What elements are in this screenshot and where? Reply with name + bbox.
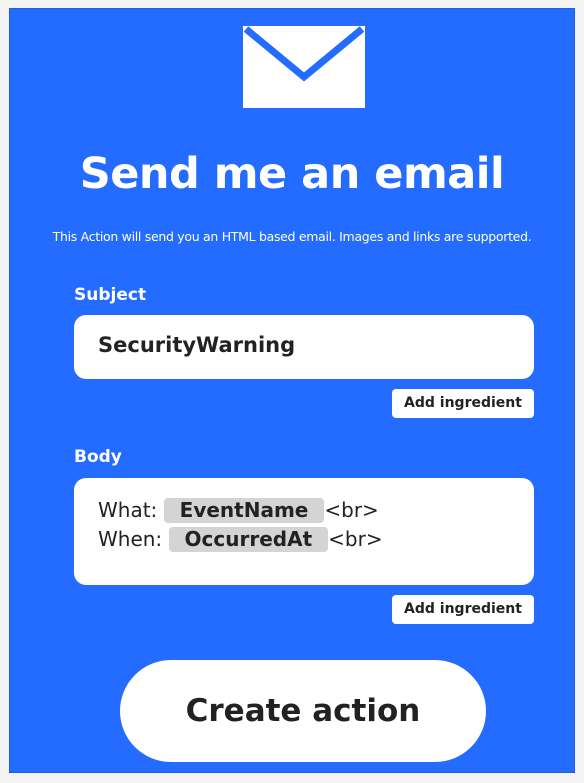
body-line-suffix: <br> bbox=[324, 498, 379, 522]
body-line-suffix: <br> bbox=[328, 527, 383, 551]
body-line-when: When: OccurredAt <br> bbox=[98, 525, 510, 554]
body-line-what: What: EventName <br> bbox=[98, 496, 510, 525]
subject-label: Subject bbox=[74, 285, 147, 305]
subject-add-ingredient-button[interactable]: Add ingredient bbox=[392, 389, 534, 418]
action-config-panel: Send me an email This Action will send y… bbox=[9, 8, 575, 773]
body-label: Body bbox=[74, 447, 122, 467]
ingredient-chip-occurred-at[interactable]: OccurredAt bbox=[168, 527, 329, 552]
envelope-icon bbox=[243, 26, 365, 108]
action-description: This Action will send you an HTML based … bbox=[52, 229, 532, 244]
subject-input[interactable]: SecurityWarning bbox=[74, 315, 534, 379]
page-title: Send me an email bbox=[79, 149, 505, 199]
body-line-prefix: What: bbox=[98, 498, 164, 522]
body-add-ingredient-button[interactable]: Add ingredient bbox=[392, 595, 534, 624]
create-action-button[interactable]: Create action bbox=[120, 660, 486, 762]
ingredient-chip-event-name[interactable]: EventName bbox=[163, 498, 325, 523]
body-input[interactable]: What: EventName <br> When: OccurredAt <br> bbox=[74, 478, 534, 585]
body-line-prefix: When: bbox=[98, 527, 169, 551]
